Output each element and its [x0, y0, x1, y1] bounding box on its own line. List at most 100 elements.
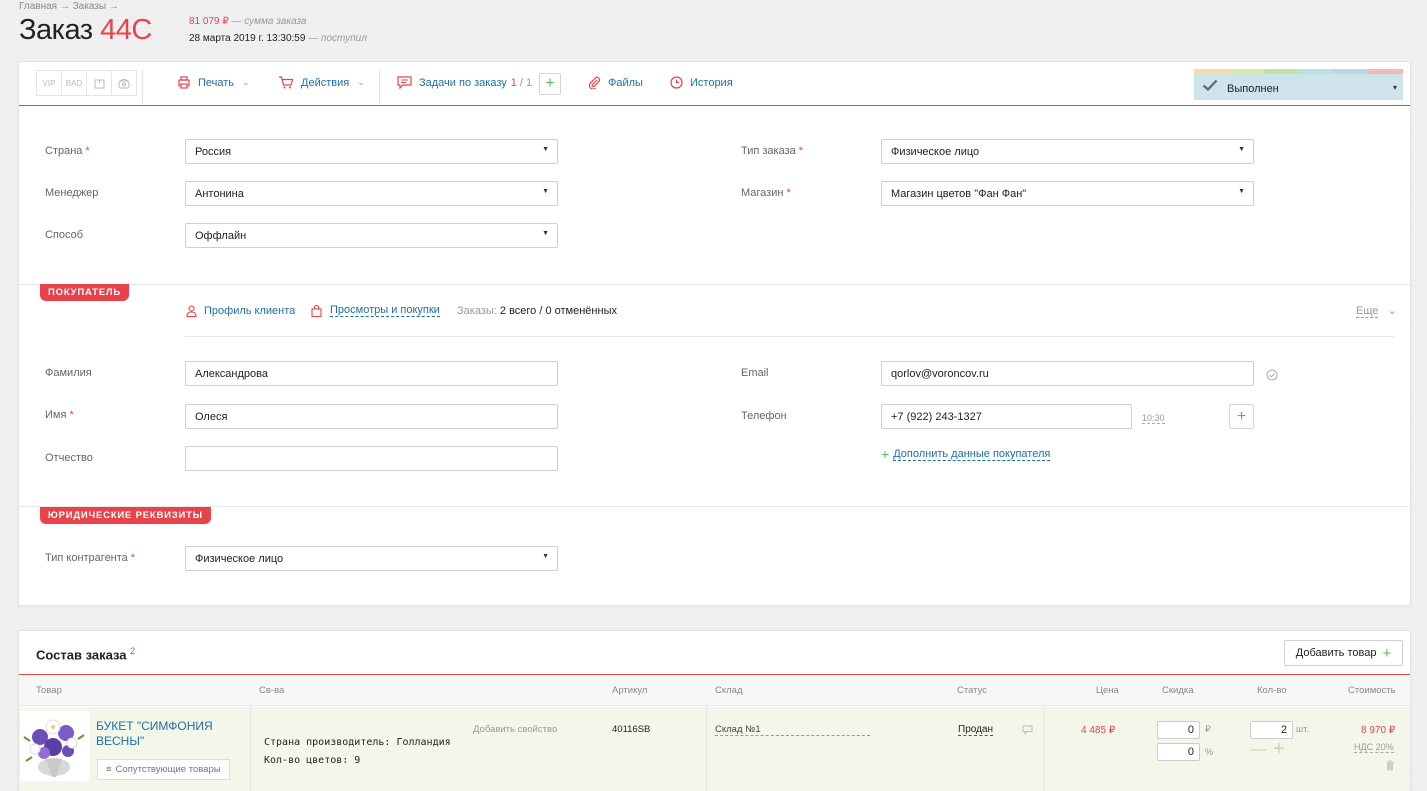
tasks-link[interactable]: Задачи по заказу 1 / 1 [397, 76, 532, 89]
chevron-down-icon: ⌄ [242, 77, 250, 87]
clock-icon [670, 76, 683, 89]
dropdown-arrow-icon: ▼ [1238, 188, 1245, 195]
decrease-qty-button[interactable]: — [1251, 741, 1267, 759]
method-value: Оффлайн [195, 230, 247, 242]
product-image[interactable] [20, 711, 90, 781]
manager-label: Менеджер [45, 187, 99, 199]
item-status-select[interactable]: Продан [958, 724, 994, 736]
box-badge-icon[interactable] [86, 70, 112, 96]
user-icon [186, 305, 197, 317]
order-type-select[interactable]: Физическое лицо ▼ [881, 139, 1254, 164]
col-product: Товар [36, 685, 62, 696]
actions-menu[interactable]: Действия ⌄ [278, 76, 365, 89]
extra-customer-data-label: Дополнить данные покупателя [893, 447, 1051, 461]
verify-check-icon[interactable] [1266, 369, 1278, 381]
warehouse-select[interactable]: Склад №1 [715, 724, 870, 736]
status-label: Выполнен [1227, 83, 1279, 95]
lastname-field[interactable]: Александрова [185, 361, 558, 386]
tasks-total-count: / 1 [519, 76, 533, 89]
email-field[interactable]: qorlov@voroncov.ru [881, 361, 1254, 386]
paperclip-icon [588, 76, 601, 89]
orders-summary: Заказы: 2 всего / 0 отменённых [457, 305, 617, 317]
shop-label: Магазин * [741, 187, 791, 199]
firstname-field[interactable]: Олеся [185, 404, 558, 429]
extra-customer-data-link[interactable]: + Дополнить данные покупателя [881, 446, 1051, 462]
status-stripe[interactable] [1368, 69, 1403, 74]
patronymic-field[interactable] [185, 446, 558, 471]
dropdown-arrow-icon: ▼ [542, 146, 549, 153]
section-divider [19, 506, 1410, 507]
printer-icon [178, 76, 190, 89]
table-row: БУКЕТ "СИМФОНИЯ ВЕСНЫ" ≡ Сопутствующие то… [19, 707, 1410, 791]
more-menu[interactable]: Еще ⌄ [1356, 304, 1397, 318]
section-divider [19, 284, 1410, 285]
order-created-date: 28 марта 2019 г. 13:30:59 [189, 33, 306, 44]
order-sum-note: — сумма заказа [231, 16, 307, 27]
method-label: Способ [45, 229, 84, 241]
customer-divider [185, 336, 1394, 337]
discount-pct-input[interactable]: 0 [1157, 743, 1200, 761]
col-discount: Скидка [1162, 685, 1194, 696]
product-name-link[interactable]: БУКЕТ "СИМФОНИЯ ВЕСНЫ" [96, 719, 226, 749]
chevron-down-icon: ⌄ [1387, 305, 1397, 317]
firstname-label: Имя * [45, 409, 74, 421]
add-property-link[interactable]: Добавить свойство [473, 724, 557, 735]
orders-summary-value: 2 всего / 0 отменённых [499, 305, 617, 317]
files-link[interactable]: Файлы [588, 76, 643, 89]
quantity-unit: шт. [1296, 724, 1309, 734]
breadcrumb[interactable]: Главная → Заказы → [19, 1, 119, 12]
quantity-input[interactable]: 2 [1250, 721, 1293, 739]
manager-select[interactable]: Антонина ▼ [185, 181, 558, 206]
customer-badges: VIP BAD [36, 70, 137, 96]
dropdown-arrow-icon: ▾ [1392, 83, 1397, 92]
bad-badge[interactable]: BAD [61, 70, 87, 96]
column-divider [250, 707, 251, 791]
add-task-button[interactable]: + [539, 73, 561, 95]
dropdown-arrow-icon: ▼ [542, 553, 549, 560]
related-products-label: Сопутствующие товары [115, 764, 221, 775]
vip-badge[interactable]: VIP [36, 70, 62, 96]
contractor-type-select[interactable]: Физическое лицо ▼ [185, 546, 558, 571]
order-number: 44С [100, 14, 152, 46]
col-price: Цена [1096, 685, 1119, 696]
add-product-button[interactable]: Добавить товар + [1284, 640, 1403, 666]
phone-badge-icon[interactable] [111, 70, 137, 96]
discount-rub-unit: ₽ [1205, 724, 1211, 734]
client-profile-label: Профиль клиента [204, 305, 296, 317]
client-profile-link[interactable]: Профиль клиента [186, 305, 295, 317]
tasks-label: Задачи по заказу [419, 76, 507, 89]
status-stripe[interactable] [1263, 69, 1299, 74]
views-purchases-label: Просмотры и покупки [330, 304, 440, 317]
trash-icon[interactable] [1385, 760, 1395, 771]
order-status-select[interactable]: Выполнен ▾ [1194, 69, 1403, 100]
item-vat[interactable]: НДС 20% [1354, 742, 1394, 753]
shop-select[interactable]: Магазин цветов "Фан Фан" ▼ [881, 181, 1254, 206]
actions-label: Действия [301, 76, 350, 89]
related-products-button[interactable]: ≡ Сопутствующие товары [97, 759, 230, 780]
contractor-type-value: Физическое лицо [195, 553, 284, 565]
country-select[interactable]: Россия ▼ [185, 139, 558, 164]
status-stripe[interactable] [1298, 69, 1334, 74]
order-date-line: 28 марта 2019 г. 13:30:59 — поступил [189, 33, 367, 44]
patronymic-label: Отчество [45, 452, 93, 464]
status-stripe[interactable] [1194, 69, 1229, 74]
status-stripe[interactable] [1333, 69, 1369, 74]
bouquet-image [23, 719, 85, 777]
list-icon: ≡ [106, 764, 112, 775]
order-type-value: Физическое лицо [891, 146, 980, 158]
method-select[interactable]: Оффлайн ▼ [185, 223, 558, 248]
phone-field[interactable]: +7 (922) 243-1327 [881, 404, 1132, 429]
discount-rub-input[interactable]: 0 [1157, 721, 1200, 739]
print-menu[interactable]: Печать ⌄ [177, 76, 250, 89]
views-purchases-link[interactable]: Просмотры и покупки [311, 304, 440, 317]
order-items-card: Состав заказа 2 Добавить товар + Товар Св… [18, 630, 1411, 791]
add-phone-button[interactable]: + [1229, 404, 1254, 429]
status-stripe[interactable] [1228, 69, 1264, 74]
column-divider [706, 707, 707, 791]
dropdown-arrow-icon: ▼ [542, 230, 549, 237]
increase-qty-button[interactable]: + [1273, 738, 1285, 761]
email-label: Email [741, 367, 769, 379]
history-link[interactable]: История [670, 76, 733, 89]
order-sum: 81 079 ₽ [189, 16, 229, 27]
comment-icon[interactable] [1022, 725, 1033, 735]
